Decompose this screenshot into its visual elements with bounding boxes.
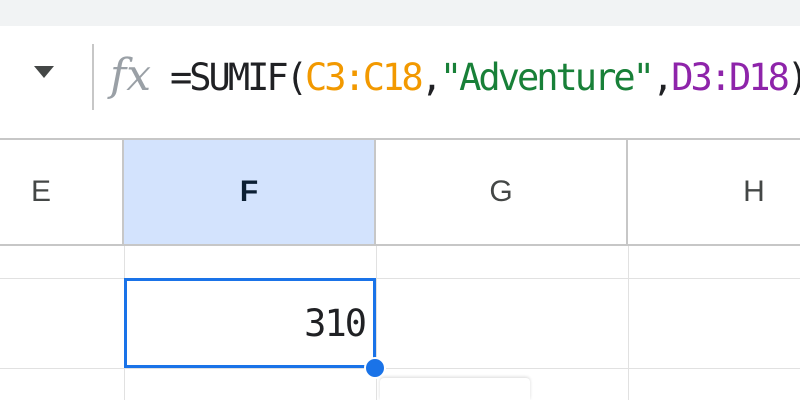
- formula-range-1: C3:C18: [304, 56, 424, 99]
- name-box-dropdown-icon[interactable]: [34, 66, 54, 78]
- formula-range-2: D3:D18: [671, 56, 790, 99]
- column-header-e[interactable]: E: [0, 140, 124, 244]
- popup-edge: [380, 378, 530, 400]
- row-divider: [0, 278, 800, 279]
- formula-criteria: "Adventure": [439, 56, 655, 99]
- formula-input[interactable]: =SUMIF(C3:C18,"Adventure",D3:D18): [170, 50, 800, 106]
- column-divider: [628, 246, 629, 400]
- formula-prefix: =SUMIF(: [170, 56, 308, 99]
- column-header-row: E F G H: [0, 140, 800, 246]
- formula-bar-divider: [92, 44, 94, 110]
- column-header-g[interactable]: G: [376, 140, 628, 244]
- formula-suffix: ): [787, 56, 800, 99]
- column-header-f[interactable]: F: [124, 140, 376, 244]
- toolbar-strip: [0, 0, 800, 26]
- fill-handle[interactable]: [364, 357, 386, 379]
- fx-icon: fx: [110, 50, 152, 101]
- row-divider: [0, 368, 800, 369]
- active-cell-f[interactable]: 310: [124, 278, 376, 368]
- formula-comma-2: ,: [651, 56, 674, 99]
- cell-grid[interactable]: [0, 246, 800, 400]
- column-header-h[interactable]: H: [628, 140, 800, 244]
- formula-comma-1: ,: [420, 56, 443, 99]
